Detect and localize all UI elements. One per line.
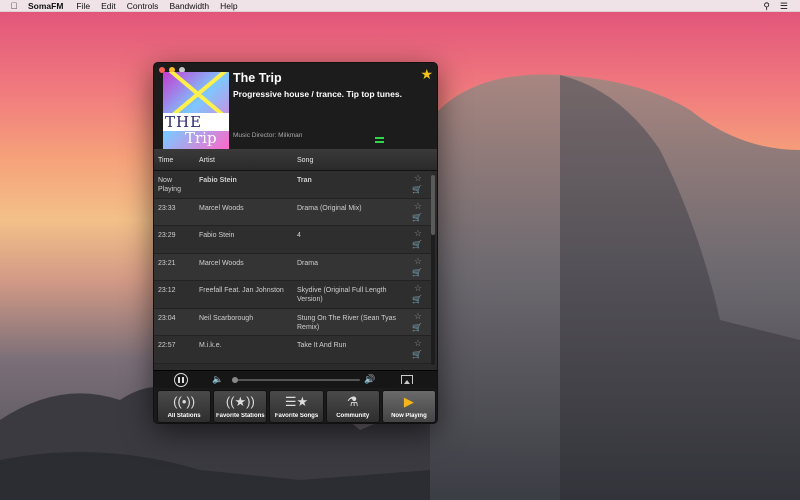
- favorite-song-star-icon[interactable]: ☆: [414, 283, 422, 294]
- column-song[interactable]: Song: [297, 157, 313, 164]
- track-artist: Marcel Woods: [199, 259, 244, 267]
- buy-cart-icon[interactable]: 🛒: [412, 213, 422, 222]
- buy-cart-icon[interactable]: 🛒: [412, 185, 422, 194]
- table-row[interactable]: 23:29 Fabio Stein 4 ☆ 🛒: [154, 226, 432, 254]
- favorite-song-star-icon[interactable]: ☆: [414, 311, 422, 322]
- table-row[interactable]: 23:33 Marcel Woods Drama (Original Mix) …: [154, 198, 432, 226]
- table-row[interactable]: 23:12 Freefall Feat. Jan Johnston Skydiv…: [154, 281, 432, 309]
- track-song: Drama (Original Mix): [297, 204, 362, 212]
- track-song: Tran: [297, 177, 312, 184]
- menu-file[interactable]: File: [76, 1, 90, 11]
- favorite-station-star-icon[interactable]: ★: [420, 66, 433, 83]
- star-waves-icon: ((★)): [225, 394, 255, 409]
- tab-label: Favorite Stations: [215, 413, 265, 419]
- tab-label: Now Playing: [391, 413, 427, 419]
- favorite-song-star-icon[interactable]: ☆: [414, 173, 422, 184]
- track-time: Now Playing: [158, 177, 181, 193]
- track-artist: Neil Scarborough: [199, 314, 254, 322]
- station-header: THE Trip The Trip Progressive house / tr…: [154, 63, 437, 149]
- tab-favorite-stations[interactable]: ((★)) Favorite Stations: [213, 390, 268, 423]
- scrollbar-thumb[interactable]: [431, 175, 435, 235]
- track-time: 23:12: [158, 287, 176, 294]
- airplay-icon[interactable]: [401, 375, 413, 384]
- track-time: 23:33: [158, 204, 176, 212]
- track-song: Stung On The River (Sean Tyas Remix): [297, 314, 396, 331]
- volume-knob[interactable]: [232, 377, 238, 383]
- volume-slider[interactable]: [232, 377, 360, 383]
- spotlight-search-icon[interactable]: ⚲: [763, 1, 770, 12]
- equalizer-icon: [375, 137, 384, 145]
- star-list-icon: ☰★: [284, 394, 309, 409]
- track-artist: Fabio Stein: [199, 232, 235, 239]
- tab-label: Community: [336, 413, 370, 419]
- pause-button[interactable]: [174, 373, 188, 387]
- table-row[interactable]: 23:21 Marcel Woods Drama ☆ 🛒: [154, 253, 432, 281]
- tab-label: All Stations: [167, 413, 201, 419]
- bottom-tab-bar: ((•)) All Stations ((★)) Favorite Statio…: [154, 388, 437, 423]
- track-artist: Fabio Stein: [199, 177, 237, 184]
- notification-center-icon[interactable]: ☰: [780, 1, 788, 12]
- favorite-song-star-icon[interactable]: ☆: [414, 338, 422, 349]
- tab-all-stations[interactable]: ((•)) All Stations: [157, 390, 212, 423]
- favorite-song-star-icon[interactable]: ☆: [414, 228, 422, 239]
- somafm-window: THE Trip The Trip Progressive house / tr…: [153, 62, 438, 424]
- tab-community[interactable]: ⚗ Community: [325, 390, 380, 423]
- column-artist[interactable]: Artist: [199, 157, 215, 164]
- tab-label: Favorite Songs: [274, 413, 319, 419]
- menu-bar:  SomaFM File Edit Controls Bandwidth He…: [0, 0, 800, 12]
- menu-edit[interactable]: Edit: [101, 1, 116, 11]
- column-time[interactable]: Time: [158, 157, 173, 164]
- track-song: Skydive (Original Full Length Version): [297, 287, 387, 303]
- player-controls: 🔈 🔊: [154, 370, 437, 388]
- track-song: 4: [297, 232, 301, 239]
- table-row[interactable]: 23:04 Neil Scarborough Stung On The Rive…: [154, 308, 432, 336]
- volume-high-icon: 🔊: [364, 374, 376, 384]
- track-song: Drama: [297, 259, 319, 267]
- station-artwork: THE Trip: [163, 72, 229, 149]
- menu-help[interactable]: Help: [220, 1, 237, 11]
- radio-waves-icon: ((•)): [173, 394, 196, 409]
- music-director: Music Director: Milkman: [233, 132, 303, 139]
- menu-app-name[interactable]: SomaFM: [28, 1, 63, 11]
- table-row[interactable]: Now Playing Fabio Stein Tran ☆ 🛒: [154, 171, 432, 199]
- track-artist: Freefall Feat. Jan Johnston: [199, 287, 284, 294]
- volume-low-icon: 🔈: [212, 374, 224, 384]
- community-icon: ⚗: [346, 394, 359, 409]
- buy-cart-icon[interactable]: 🛒: [412, 350, 422, 359]
- artwork-text-bottom: Trip: [185, 129, 217, 147]
- buy-cart-icon[interactable]: 🛒: [412, 240, 422, 249]
- menu-bandwidth[interactable]: Bandwidth: [169, 1, 209, 11]
- track-time: 22:57: [158, 342, 176, 349]
- buy-cart-icon[interactable]: 🛒: [412, 268, 422, 277]
- buy-cart-icon[interactable]: 🛒: [412, 295, 422, 304]
- table-row[interactable]: 22:57 M.i.k.e. Take It And Run ☆ 🛒: [154, 336, 432, 364]
- apple-icon[interactable]: : [0, 1, 28, 11]
- track-list-header: Time Artist Song: [154, 149, 437, 171]
- track-artist: Marcel Woods: [199, 204, 244, 212]
- track-list-scrollbar[interactable]: [431, 175, 435, 365]
- track-artist: M.i.k.e.: [199, 342, 222, 349]
- track-time: 23:29: [158, 232, 176, 239]
- track-time: 23:04: [158, 314, 176, 322]
- menu-controls[interactable]: Controls: [127, 1, 159, 11]
- tab-now-playing[interactable]: ▶ Now Playing: [381, 390, 437, 423]
- track-list: Now Playing Fabio Stein Tran ☆ 🛒 23:33 M…: [154, 171, 432, 364]
- favorite-song-star-icon[interactable]: ☆: [414, 256, 422, 267]
- buy-cart-icon[interactable]: 🛒: [412, 323, 422, 332]
- station-title: The Trip: [233, 71, 282, 85]
- favorite-song-star-icon[interactable]: ☆: [414, 201, 422, 212]
- track-song: Take It And Run: [297, 342, 347, 349]
- tab-favorite-songs[interactable]: ☰★ Favorite Songs: [269, 390, 324, 423]
- track-time: 23:21: [158, 259, 176, 267]
- play-circle-icon: ▶: [403, 394, 414, 409]
- station-description: Progressive house / trance. Tip top tune…: [233, 89, 402, 99]
